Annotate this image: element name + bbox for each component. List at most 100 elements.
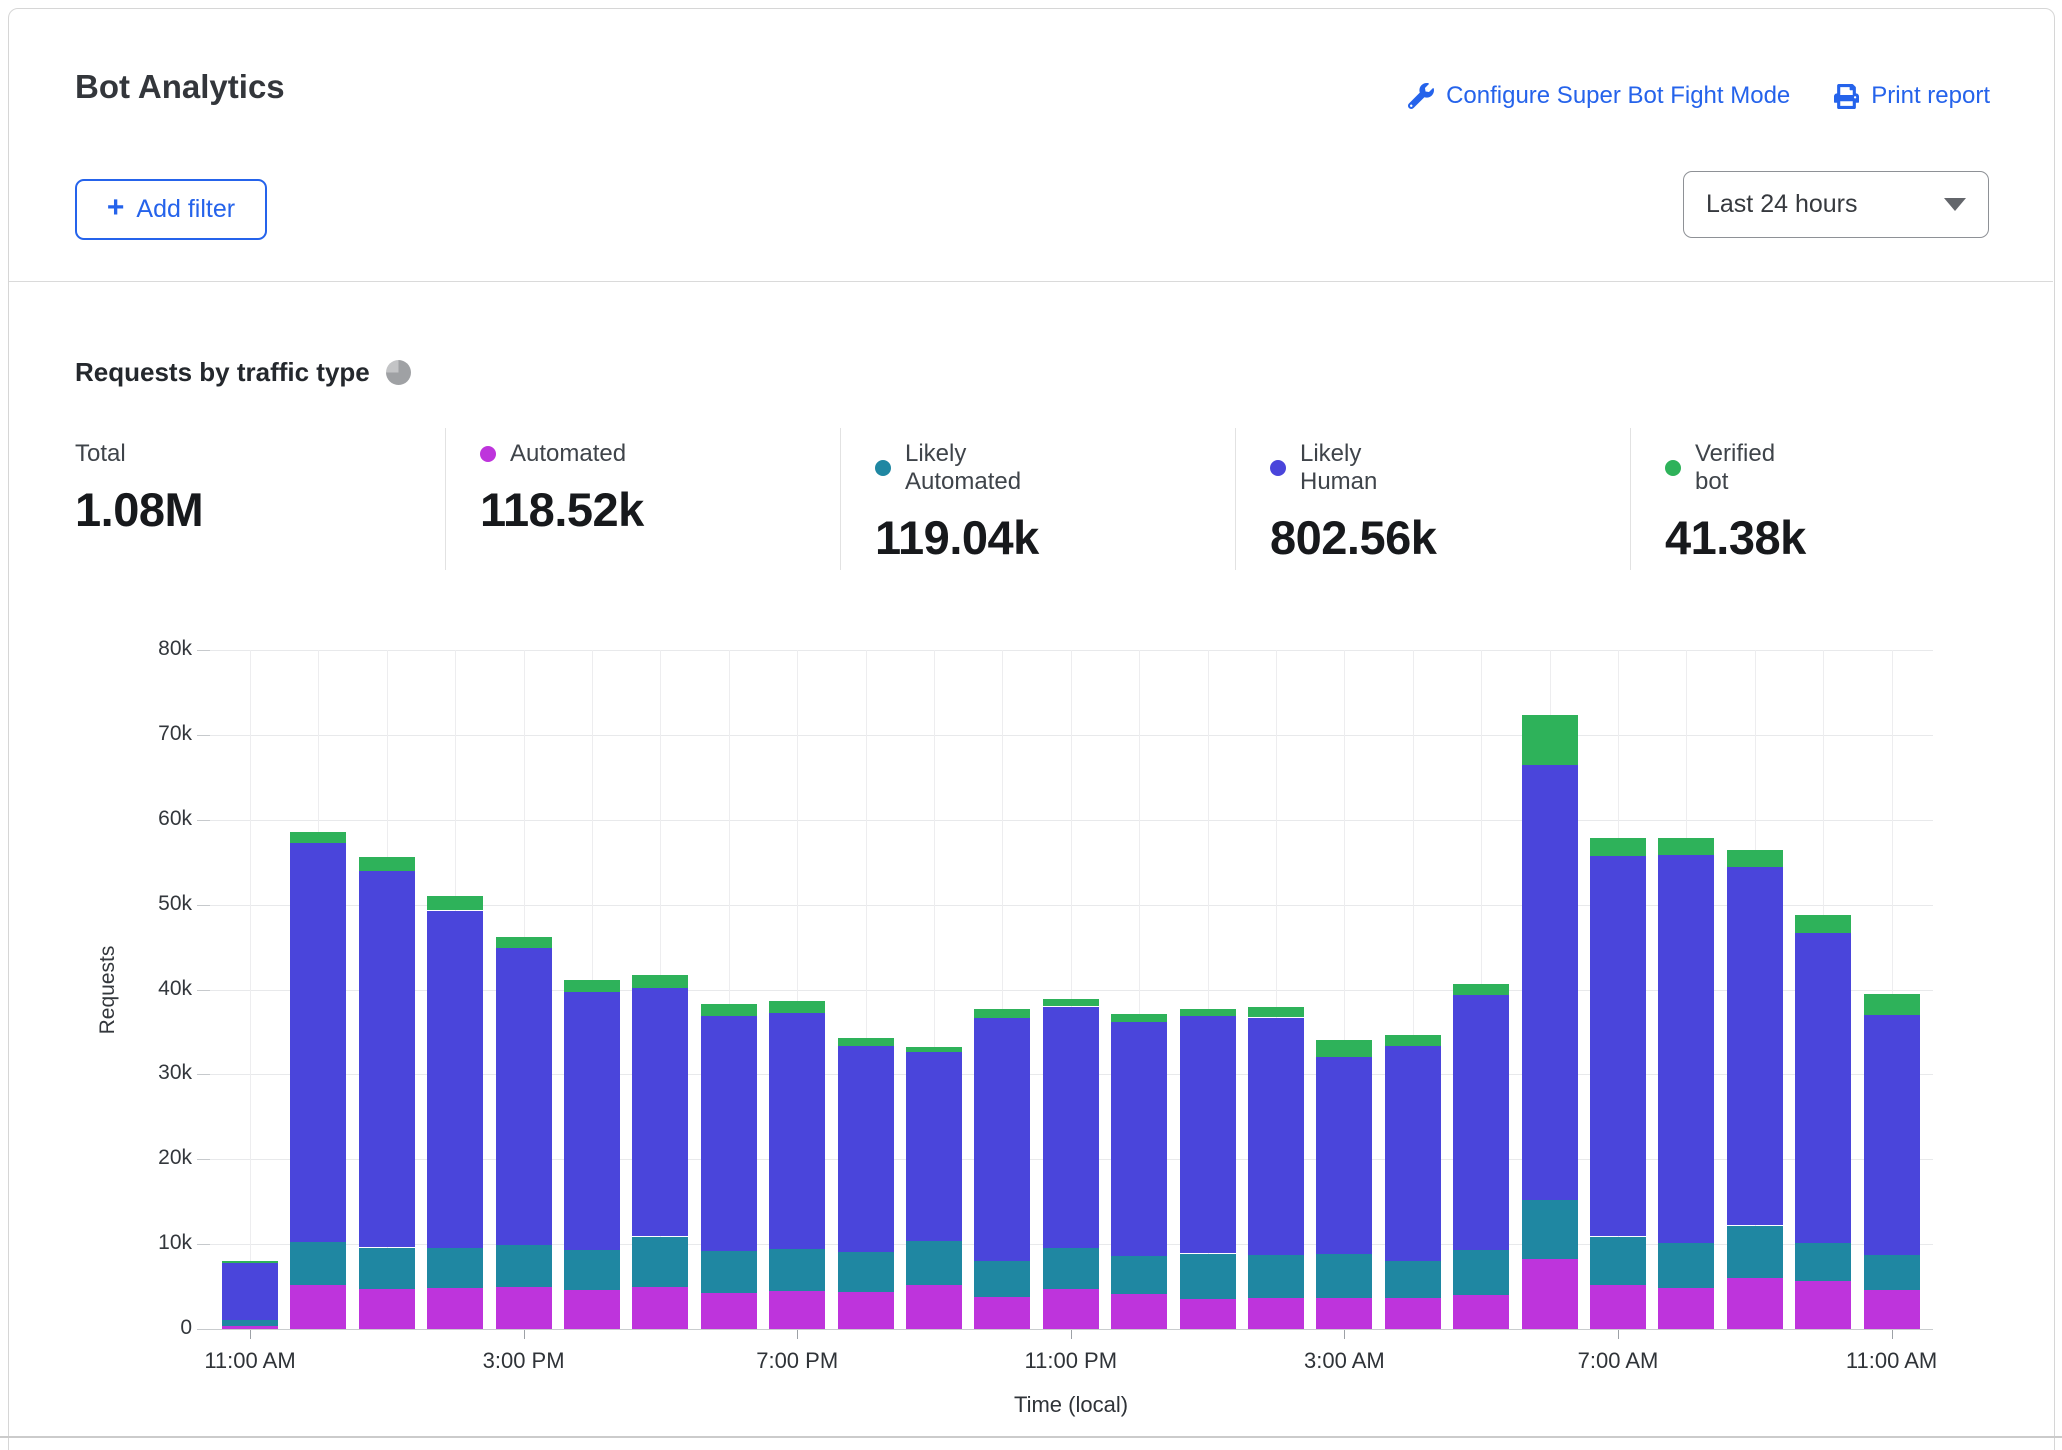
bar-segment-likely-human[interactable]	[1795, 933, 1851, 1244]
bar-segment-automated[interactable]	[1864, 1290, 1920, 1329]
bar-segment-likely-automated[interactable]	[564, 1250, 620, 1290]
bar-segment-likely-human[interactable]	[290, 843, 346, 1242]
bar-segment-automated[interactable]	[906, 1285, 962, 1329]
bar-segment-verified-bot[interactable]	[564, 980, 620, 992]
bar-segment-automated[interactable]	[1111, 1294, 1167, 1329]
bar-segment-likely-automated[interactable]	[1111, 1256, 1167, 1294]
bar-segment-likely-automated[interactable]	[496, 1245, 552, 1287]
bar-segment-likely-automated[interactable]	[1658, 1243, 1714, 1288]
bar-segment-automated[interactable]	[359, 1289, 415, 1329]
bar-segment-likely-human[interactable]	[1590, 856, 1646, 1236]
bar-segment-verified-bot[interactable]	[1385, 1035, 1441, 1046]
bar-segment-likely-human[interactable]	[974, 1018, 1030, 1262]
bar-segment-verified-bot[interactable]	[1043, 999, 1099, 1007]
bar-segment-verified-bot[interactable]	[1864, 994, 1920, 1015]
bar-segment-automated[interactable]	[1316, 1298, 1372, 1329]
bar-segment-automated[interactable]	[1727, 1278, 1783, 1329]
bar-segment-automated[interactable]	[496, 1287, 552, 1329]
bar-segment-automated[interactable]	[1043, 1289, 1099, 1329]
bar-segment-automated[interactable]	[564, 1290, 620, 1329]
bar-segment-likely-human[interactable]	[359, 871, 415, 1248]
bar-segment-likely-human[interactable]	[1453, 995, 1509, 1250]
bar-segment-likely-automated[interactable]	[838, 1252, 894, 1292]
bar-segment-verified-bot[interactable]	[1658, 838, 1714, 856]
bar-segment-likely-human[interactable]	[1248, 1018, 1304, 1256]
bar-segment-verified-bot[interactable]	[1522, 715, 1578, 765]
bar-segment-automated[interactable]	[838, 1292, 894, 1329]
bar-segment-likely-automated[interactable]	[1248, 1255, 1304, 1297]
bar-segment-likely-human[interactable]	[427, 911, 483, 1249]
bar-segment-automated[interactable]	[632, 1287, 688, 1329]
bar-segment-likely-automated[interactable]	[1795, 1243, 1851, 1280]
bar-segment-automated[interactable]	[769, 1291, 825, 1329]
bar-segment-automated[interactable]	[1385, 1298, 1441, 1329]
bar-segment-automated[interactable]	[1590, 1285, 1646, 1329]
bar-segment-verified-bot[interactable]	[1727, 850, 1783, 867]
bar-segment-likely-human[interactable]	[496, 948, 552, 1245]
bar-segment-likely-automated[interactable]	[1522, 1200, 1578, 1259]
bar-segment-likely-automated[interactable]	[1043, 1248, 1099, 1290]
bar-segment-likely-human[interactable]	[838, 1046, 894, 1251]
bar-segment-likely-human[interactable]	[1385, 1046, 1441, 1262]
bar-segment-automated[interactable]	[1453, 1295, 1509, 1329]
bar-segment-automated[interactable]	[974, 1297, 1030, 1329]
bar-segment-verified-bot[interactable]	[1453, 984, 1509, 996]
bar-segment-automated[interactable]	[427, 1288, 483, 1329]
bar-segment-likely-automated[interactable]	[1727, 1226, 1783, 1279]
bar-segment-verified-bot[interactable]	[1316, 1040, 1372, 1057]
bar-segment-likely-human[interactable]	[1658, 855, 1714, 1243]
bar-segment-likely-human[interactable]	[1316, 1057, 1372, 1255]
bar-segment-verified-bot[interactable]	[222, 1261, 278, 1263]
bar-segment-likely-automated[interactable]	[1316, 1254, 1372, 1298]
bar-segment-likely-automated[interactable]	[1385, 1261, 1441, 1298]
bar-segment-verified-bot[interactable]	[496, 937, 552, 948]
bar-segment-likely-automated[interactable]	[427, 1248, 483, 1288]
bar-segment-likely-automated[interactable]	[1180, 1254, 1236, 1300]
bar-segment-likely-human[interactable]	[1043, 1007, 1099, 1248]
bar-segment-automated[interactable]	[1795, 1281, 1851, 1329]
bar-segment-likely-human[interactable]	[222, 1263, 278, 1320]
bar-segment-likely-human[interactable]	[632, 988, 688, 1237]
bar-segment-verified-bot[interactable]	[1180, 1009, 1236, 1016]
bar-segment-verified-bot[interactable]	[1248, 1007, 1304, 1017]
bar-segment-likely-human[interactable]	[701, 1016, 757, 1251]
bar-segment-likely-automated[interactable]	[974, 1261, 1030, 1297]
bar-segment-likely-automated[interactable]	[632, 1237, 688, 1288]
bar-segment-verified-bot[interactable]	[359, 857, 415, 871]
bar-segment-verified-bot[interactable]	[974, 1009, 1030, 1018]
bar-segment-automated[interactable]	[1180, 1299, 1236, 1329]
bar-segment-likely-human[interactable]	[564, 992, 620, 1250]
bar-segment-likely-human[interactable]	[1522, 765, 1578, 1200]
bar-segment-verified-bot[interactable]	[769, 1001, 825, 1013]
bar-segment-verified-bot[interactable]	[427, 896, 483, 910]
bar-segment-likely-automated[interactable]	[1453, 1250, 1509, 1295]
bar-segment-likely-automated[interactable]	[359, 1248, 415, 1290]
bar-segment-verified-bot[interactable]	[838, 1038, 894, 1047]
bar-segment-verified-bot[interactable]	[701, 1004, 757, 1016]
bar-segment-likely-human[interactable]	[1864, 1015, 1920, 1255]
bar-segment-likely-automated[interactable]	[222, 1320, 278, 1326]
bar-segment-likely-automated[interactable]	[290, 1242, 346, 1285]
bar-segment-automated[interactable]	[701, 1293, 757, 1329]
bar-segment-likely-human[interactable]	[769, 1013, 825, 1249]
bar-segment-verified-bot[interactable]	[290, 832, 346, 843]
bar-segment-likely-automated[interactable]	[906, 1241, 962, 1285]
bar-segment-verified-bot[interactable]	[1590, 838, 1646, 856]
bar-segment-verified-bot[interactable]	[1795, 915, 1851, 933]
bar-segment-verified-bot[interactable]	[906, 1047, 962, 1052]
bar-segment-likely-automated[interactable]	[701, 1251, 757, 1293]
bar-segment-likely-automated[interactable]	[1590, 1237, 1646, 1285]
bar-segment-likely-human[interactable]	[906, 1052, 962, 1240]
bar-segment-likely-human[interactable]	[1727, 866, 1783, 1225]
bar-segment-likely-automated[interactable]	[769, 1249, 825, 1291]
bar-segment-automated[interactable]	[290, 1285, 346, 1329]
bar-segment-automated[interactable]	[222, 1326, 278, 1329]
bar-segment-likely-human[interactable]	[1111, 1022, 1167, 1256]
bar-segment-verified-bot[interactable]	[1111, 1014, 1167, 1022]
bar-segment-automated[interactable]	[1658, 1288, 1714, 1329]
bar-segment-automated[interactable]	[1522, 1259, 1578, 1329]
bar-segment-likely-human[interactable]	[1180, 1016, 1236, 1254]
bar-segment-likely-automated[interactable]	[1864, 1255, 1920, 1290]
bar-segment-automated[interactable]	[1248, 1298, 1304, 1329]
bar-segment-verified-bot[interactable]	[632, 975, 688, 988]
